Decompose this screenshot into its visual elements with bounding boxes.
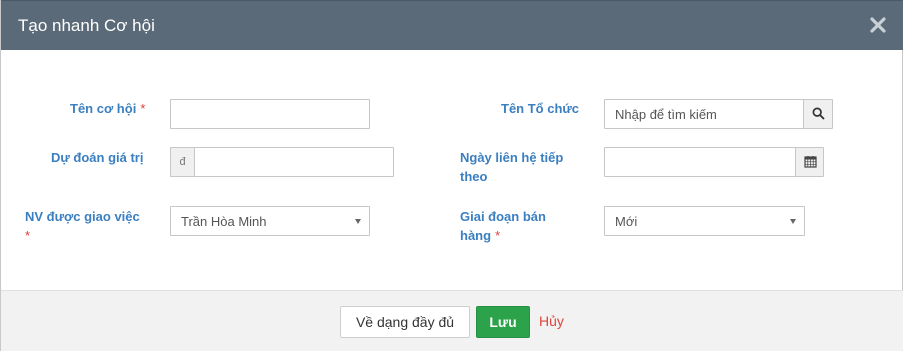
organization-search-input[interactable]: Nhập để tìm kiếm [604,99,833,129]
close-icon[interactable] [870,17,886,33]
modal-body: Tên cơ hội * Tên Tổ chức Nhập để tìm kiếm… [1,50,903,290]
organization-search-button[interactable] [803,100,832,128]
next-contact-date-input[interactable] [604,147,824,177]
date-picker-button[interactable] [795,148,823,176]
sales-stage-select[interactable]: Mới [604,206,805,236]
estimated-value-input[interactable]: đ [170,147,394,177]
assigned-staff-selected: Trần Hòa Minh [181,214,267,229]
modal-title: Tạo nhanh Cơ hội [18,16,155,35]
modal-footer: Về dạng đầy đủ Lưu Hủy [1,290,903,351]
assigned-staff-select[interactable]: Trần Hòa Minh [170,206,370,236]
sales-stage-selected: Mới [615,214,638,229]
organization-placeholder: Nhập để tìm kiếm [615,107,717,122]
modal-header: Tạo nhanh Cơ hội [1,0,903,50]
opportunity-name-label: Tên cơ hội * [70,101,146,116]
calendar-icon [804,155,817,171]
save-button[interactable]: Lưu [476,306,530,338]
full-form-button[interactable]: Về dạng đầy đủ [340,306,470,338]
next-contact-date-label: Ngày liên hệ tiếp theo [460,150,564,184]
opportunity-name-input[interactable] [170,99,370,129]
sales-stage-label: Giai đoạn bán hàng * [460,209,546,243]
estimated-value-label: Dự đoán giá trị [51,150,144,165]
chevron-down-icon [355,219,361,224]
organization-label: Tên Tổ chức [501,101,580,116]
currency-symbol: đ [171,148,195,176]
chevron-down-icon [790,219,796,224]
assigned-staff-label: NV được giao việc * [25,209,140,243]
search-icon [812,107,825,123]
cancel-link[interactable]: Hủy [539,313,564,329]
quick-create-opportunity-dialog: Tạo nhanh Cơ hội Tên cơ hội * Tên Tổ chức… [0,0,903,351]
